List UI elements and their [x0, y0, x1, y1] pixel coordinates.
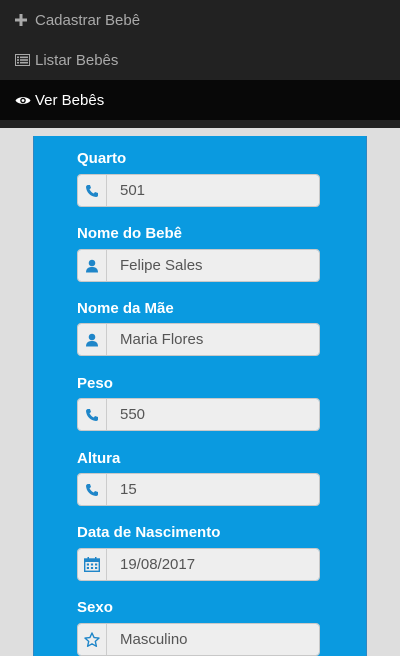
star-icon	[78, 624, 107, 655]
data-de-nascimento-input[interactable]	[107, 549, 319, 580]
nome-da-mae-input[interactable]	[107, 324, 319, 355]
top-navigation-menu: Cadastrar Bebê Listar Bebês Ver Bebês	[0, 0, 400, 128]
field-label-nome-da-mae: Nome da Mãe	[77, 300, 174, 317]
field-group-nome-da-mae	[77, 323, 320, 356]
quarto-input[interactable]	[107, 175, 319, 206]
field-label-sexo: Sexo	[77, 599, 113, 616]
user-icon	[78, 324, 107, 355]
user-icon	[78, 250, 107, 281]
nav-item-cadastrar-bebe[interactable]: Cadastrar Bebê	[0, 0, 400, 40]
field-group-data-de-nascimento	[77, 548, 320, 581]
field-label-data-de-nascimento: Data de Nascimento	[77, 524, 221, 541]
phone-icon	[78, 399, 107, 430]
field-group-sexo	[77, 623, 320, 656]
field-label-quarto: Quarto	[77, 150, 127, 167]
field-group-quarto	[77, 174, 320, 207]
nav-item-label: Cadastrar Bebê	[35, 11, 141, 29]
nome-do-bebe-input[interactable]	[107, 250, 319, 281]
phone-icon	[78, 175, 107, 206]
field-label-nome-do-bebe: Nome do Bebê	[77, 225, 183, 242]
nav-bottom-edge	[0, 120, 400, 128]
peso-input[interactable]	[107, 399, 319, 430]
nav-item-label: Ver Bebês	[35, 91, 105, 109]
field-label-peso: Peso	[77, 375, 113, 392]
nav-item-label: Listar Bebês	[35, 51, 119, 69]
eye-icon	[15, 93, 32, 107]
nav-item-listar-bebes[interactable]: Listar Bebês	[0, 40, 400, 80]
field-group-altura	[77, 473, 320, 506]
field-group-nome-do-bebe	[77, 249, 320, 282]
sexo-input[interactable]	[107, 624, 319, 655]
phone-icon	[78, 474, 107, 505]
nav-item-ver-bebes[interactable]: Ver Bebês	[0, 80, 400, 120]
plus-icon	[15, 13, 32, 27]
field-label-altura: Altura	[77, 450, 121, 467]
calendar-icon	[78, 549, 107, 580]
list-icon	[15, 53, 32, 67]
field-group-peso	[77, 398, 320, 431]
altura-input[interactable]	[107, 474, 319, 505]
